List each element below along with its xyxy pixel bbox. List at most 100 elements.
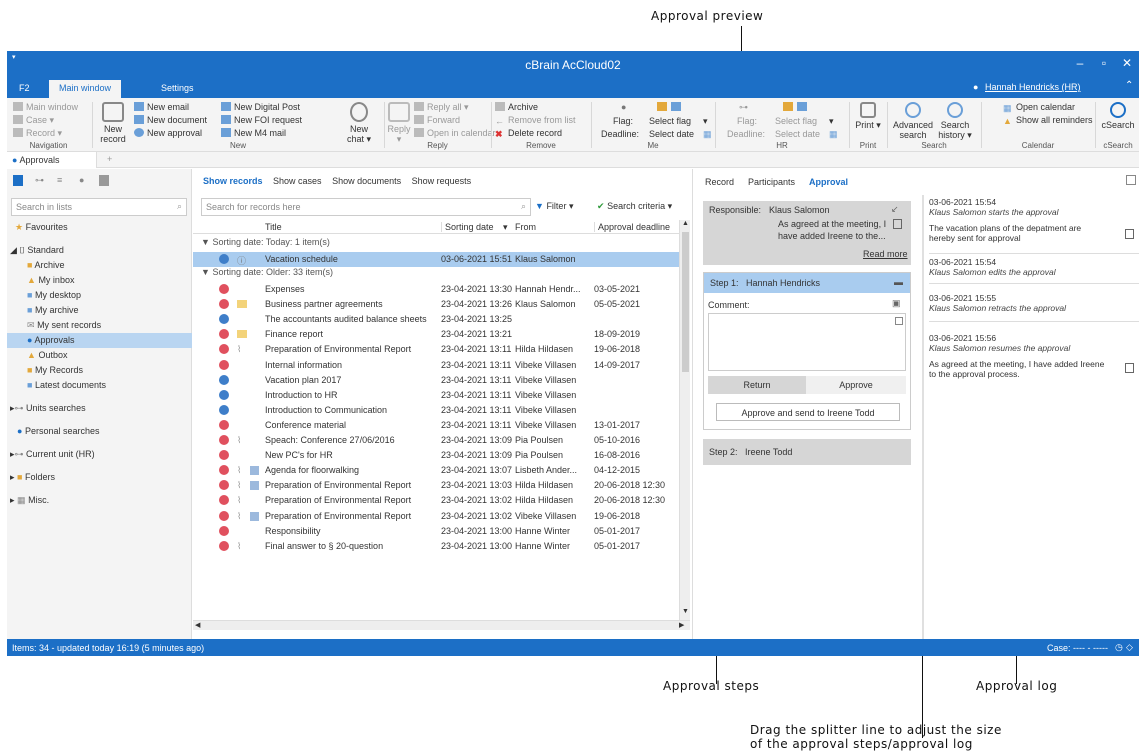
tree-folders[interactable]: ▸ ■ Folders xyxy=(7,470,192,485)
tree-outbox[interactable]: ▲ Outbox xyxy=(7,348,192,363)
vertical-scrollbar[interactable]: ▲ ▼ xyxy=(679,220,690,620)
tab-record[interactable]: Record xyxy=(705,177,734,187)
new-record-button[interactable]: New record xyxy=(98,102,128,144)
hr-select-date[interactable]: Select date xyxy=(775,129,820,139)
tree-archive[interactable]: ■ Archive xyxy=(7,258,192,273)
group-header-older[interactable]: ▼ Sorting date: Older: 33 item(s) xyxy=(201,267,333,277)
new-foi-request-button[interactable]: New FOI request xyxy=(221,115,302,125)
documents-icon[interactable] xyxy=(99,175,109,186)
records-icon[interactable] xyxy=(13,175,23,186)
records-search-input[interactable]: Search for records here ⌕ xyxy=(201,198,531,216)
new-digital-post-button[interactable]: New Digital Post xyxy=(221,102,300,112)
scroll-left-icon[interactable]: ◀ xyxy=(195,621,200,629)
table-row[interactable]: Business partner agreements 23-04-2021 13… xyxy=(193,297,679,312)
me-flag-dropdown-icon[interactable]: ▾ xyxy=(703,116,708,127)
reply-button[interactable]: Reply ▾ xyxy=(386,102,412,144)
search-criteria-button[interactable]: ✔ Search criteria ▾ xyxy=(597,201,672,212)
approve-button[interactable]: Approve xyxy=(806,376,906,394)
table-row[interactable]: The accountants audited balance sheets 23… xyxy=(193,312,679,327)
tab-show-documents[interactable]: Show documents xyxy=(332,176,401,186)
search-icon[interactable]: ⌕ xyxy=(521,201,526,212)
record-button[interactable]: Record ▾ xyxy=(13,128,62,139)
hr-flag-dropdown-icon[interactable]: ▾ xyxy=(829,116,834,127)
tab-approvals[interactable]: ● Approvals xyxy=(7,152,97,168)
tree-my-archive[interactable]: ■ My archive xyxy=(7,303,192,318)
tab-show-records[interactable]: Show records xyxy=(203,176,263,186)
open-in-calendar-button[interactable]: Open in calendar xyxy=(414,128,496,138)
hr-select-flag[interactable]: Select flag xyxy=(775,116,817,126)
splitter-line[interactable] xyxy=(922,195,924,639)
tab-participants[interactable]: Participants xyxy=(748,177,795,187)
new-m4-mail-button[interactable]: New M4 mail xyxy=(221,128,286,138)
collapse-ribbon-icon[interactable]: ⌃ xyxy=(1125,80,1133,91)
new-approval-button[interactable]: New approval xyxy=(134,128,202,138)
case-button[interactable]: Case ▾ xyxy=(13,115,54,126)
search-in-lists-input[interactable]: Search in lists ⌕ xyxy=(11,198,187,216)
tab-approval[interactable]: Approval xyxy=(809,177,848,187)
header-from[interactable]: From xyxy=(515,222,536,232)
table-row[interactable]: ⌇ Preparation of Environmental Report 23-0… xyxy=(193,478,679,493)
me-select-flag[interactable]: Select flag xyxy=(649,116,691,126)
table-row[interactable]: Conference material 23-04-2021 13:11 Vibek… xyxy=(193,418,679,433)
table-row[interactable]: Vacation plan 2017 23-04-2021 13:11 Vibeke… xyxy=(193,373,679,388)
approve-and-send-button[interactable]: Approve and send to Ireene Todd xyxy=(716,403,900,421)
read-more-link[interactable]: Read more xyxy=(863,249,908,259)
header-approval-deadline[interactable]: Approval deadline xyxy=(594,222,670,232)
table-row[interactable]: New PC's for HR 23-04-2021 13:09 Pia Pouls… xyxy=(193,448,679,463)
add-tab-icon[interactable]: + xyxy=(107,154,112,164)
tab-settings[interactable]: Settings xyxy=(151,80,204,98)
status-tag-icon[interactable]: ◇ xyxy=(1126,642,1133,653)
scroll-down-icon[interactable]: ▼ xyxy=(682,608,689,615)
tree-misc[interactable]: ▸ ▦ Misc. xyxy=(7,493,192,508)
tree-my-records[interactable]: ■ My Records xyxy=(7,363,192,378)
tree-approvals[interactable]: ● Approvals xyxy=(7,333,192,348)
new-document-button[interactable]: New document xyxy=(134,115,207,125)
contacts-icon[interactable]: ● xyxy=(79,175,84,185)
note-icon[interactable] xyxy=(1125,363,1134,373)
forward-button[interactable]: Forward xyxy=(414,115,460,125)
table-row[interactable]: ⌇ Final answer to § 20-question 23-04-2021… xyxy=(193,539,679,554)
table-row[interactable]: Finance report 23-04-2021 13:21 18-09-2019 xyxy=(193,327,679,342)
note-icon[interactable] xyxy=(1125,229,1134,239)
me-select-date[interactable]: Select date xyxy=(649,129,694,139)
table-row[interactable]: ⌇ Agenda for floorwalking 23-04-2021 13:07… xyxy=(193,463,679,478)
main-window-button[interactable]: Main window xyxy=(13,102,78,112)
table-row[interactable]: ⌇ Preparation of Environmental Report 23-0… xyxy=(193,493,679,508)
table-row[interactable]: Introduction to Communication 23-04-2021 … xyxy=(193,403,679,418)
delegate-icon[interactable]: ↙ xyxy=(891,204,899,215)
note-icon[interactable] xyxy=(893,219,902,229)
scroll-thumb[interactable] xyxy=(682,232,689,372)
tree-personal-searches[interactable]: ● Personal searches xyxy=(7,424,192,439)
tree-my-desktop[interactable]: ■ My desktop xyxy=(7,288,192,303)
archive-button[interactable]: Archive xyxy=(495,102,538,112)
collapse-step-icon[interactable]: ▬ xyxy=(894,277,903,287)
popout-icon[interactable] xyxy=(1126,175,1136,185)
open-calendar-button[interactable]: ▦ Open calendar xyxy=(1003,102,1075,113)
table-row[interactable]: Internal information 23-04-2021 13:11 Vibe… xyxy=(193,358,679,373)
tab-show-requests[interactable]: Show requests xyxy=(412,176,472,186)
expand-icon[interactable]: ◢ xyxy=(10,245,17,255)
close-icon[interactable]: ✕ xyxy=(1120,56,1134,70)
tree-latest-documents[interactable]: ■ Latest documents xyxy=(7,378,192,393)
maximize-icon[interactable]: ▫ xyxy=(1097,56,1111,70)
collapse-icon[interactable]: ▼ xyxy=(201,237,210,247)
tab-show-cases[interactable]: Show cases xyxy=(273,176,322,186)
delete-record-button[interactable]: ✖ Delete record xyxy=(495,128,562,139)
tree-favourites[interactable]: ★ Favourites xyxy=(7,220,192,235)
header-title[interactable]: Title xyxy=(265,222,282,232)
csearch-button[interactable]: cSearch xyxy=(1099,102,1137,130)
step1-header[interactable]: Step 1: Hannah Hendricks ▬ xyxy=(704,273,910,293)
scroll-up-icon[interactable]: ▲ xyxy=(682,220,689,227)
expand-comment-icon[interactable] xyxy=(895,317,903,325)
status-clock-icon[interactable]: ◷ xyxy=(1115,642,1123,653)
scroll-right-icon[interactable]: ▶ xyxy=(679,621,684,629)
table-row[interactable]: Expenses 23-04-2021 13:30 Hannah Hendr... 0… xyxy=(193,282,679,297)
search-history-button[interactable]: Search history ▾ xyxy=(935,102,975,140)
group-header-today[interactable]: ▼ Sorting date: Today: 1 item(s) xyxy=(201,237,330,247)
expand-icon[interactable]: ▸ xyxy=(10,495,15,505)
table-row[interactable]: ⌇ Speach: Conference 27/06/2016 23-04-2021… xyxy=(193,433,679,448)
tree-standard[interactable]: ◢ ⌷ Standard xyxy=(7,243,192,258)
print-button[interactable]: Print ▾ xyxy=(853,102,883,130)
save-icon[interactable]: ▣ xyxy=(892,298,901,309)
user-name-link[interactable]: Hannah Hendricks (HR) xyxy=(985,82,1081,92)
